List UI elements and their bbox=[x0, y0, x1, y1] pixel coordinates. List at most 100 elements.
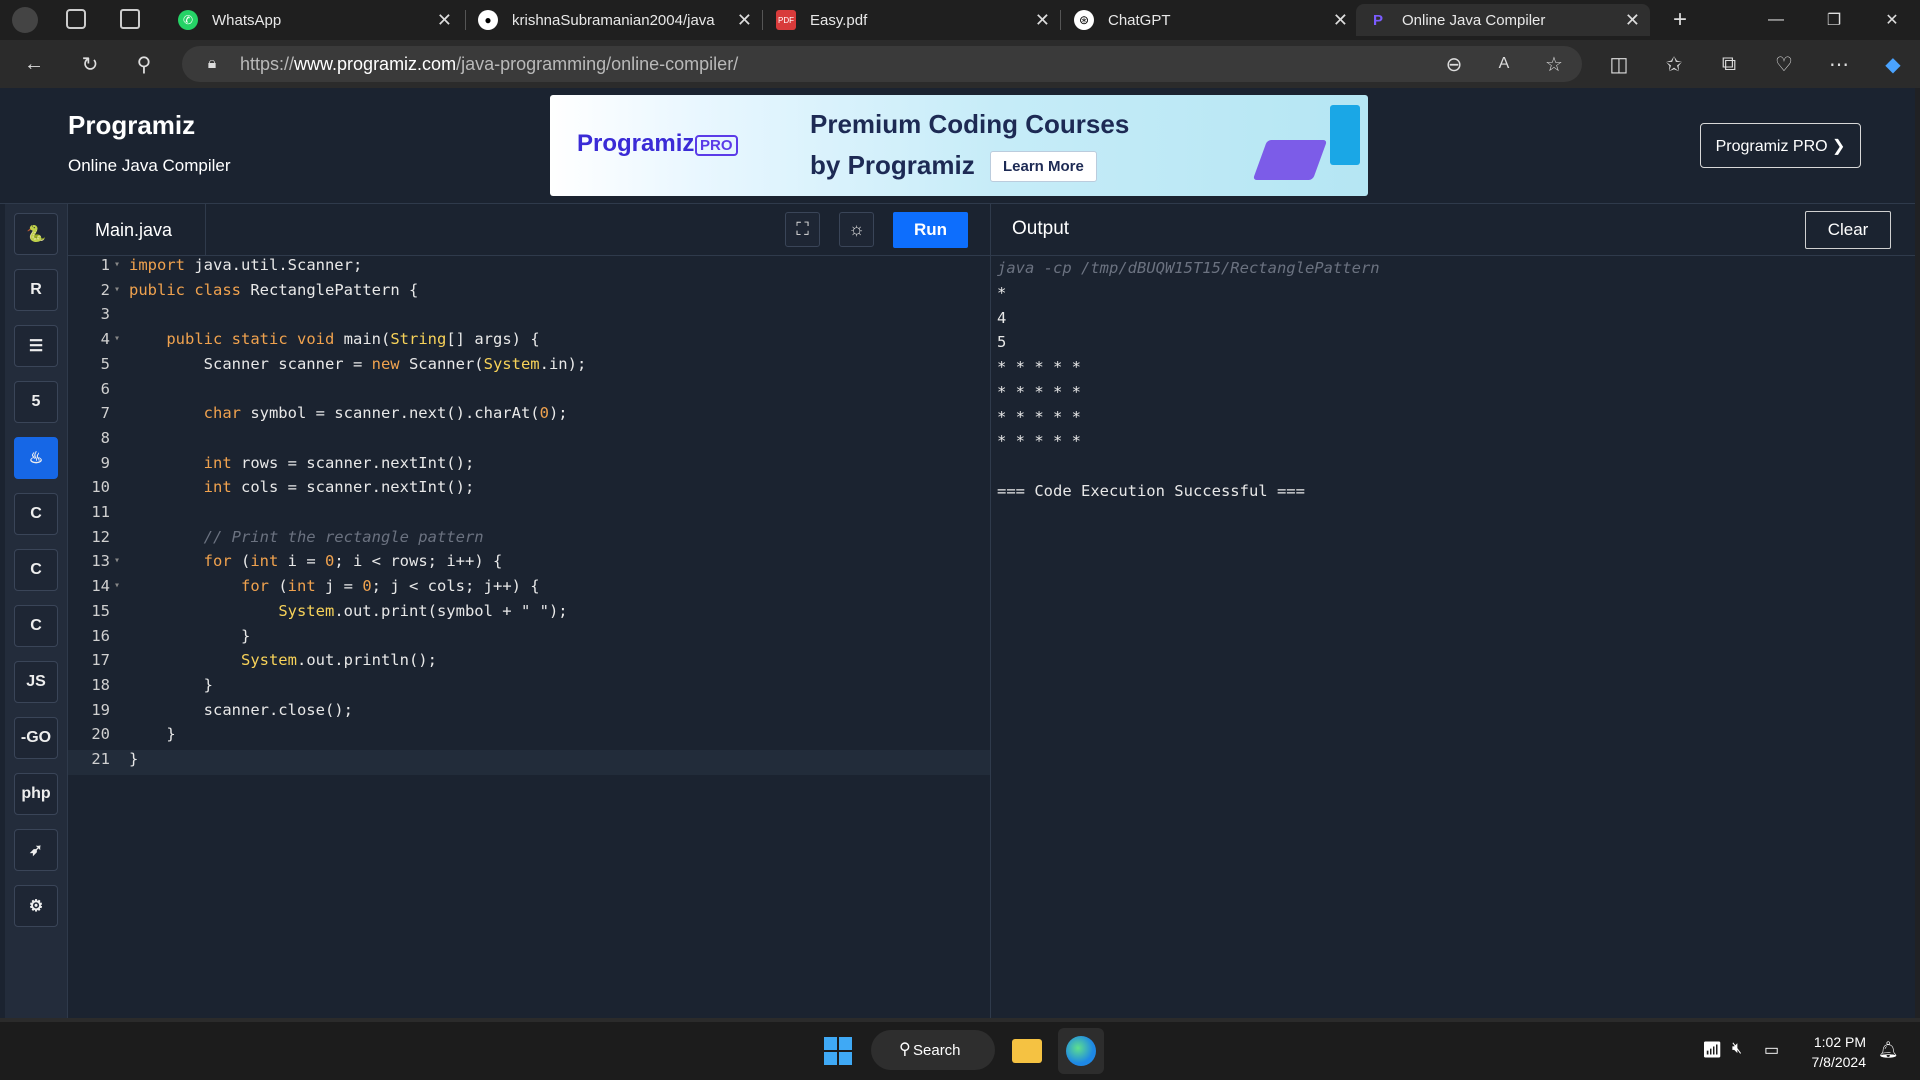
line-number: 19 bbox=[91, 700, 110, 719]
code-line[interactable]: 7 char symbol = scanner.next().charAt(0)… bbox=[68, 404, 990, 429]
url-prefix: https:// bbox=[240, 54, 295, 74]
code-line[interactable]: 9 int rows = scanner.nextInt(); bbox=[68, 454, 990, 479]
code-line[interactable]: 11 bbox=[68, 503, 990, 528]
workspaces-icon[interactable] bbox=[66, 9, 86, 29]
read-aloud-icon[interactable]: A bbox=[1488, 48, 1520, 80]
close-icon[interactable]: ✕ bbox=[1333, 10, 1348, 31]
line-number: 17 bbox=[91, 651, 110, 670]
tab-github[interactable]: ● krishnaSubramanian2004/java ✕ bbox=[466, 4, 762, 36]
copilot-icon[interactable]: ◆ bbox=[1877, 48, 1909, 80]
profile-icon[interactable] bbox=[12, 7, 38, 33]
tab-actions-icon[interactable] bbox=[120, 9, 140, 29]
code-line[interactable]: 17 System.out.println(); bbox=[68, 651, 990, 676]
code-line[interactable]: 10 int cols = scanner.nextInt(); bbox=[68, 478, 990, 503]
clear-button[interactable]: Clear bbox=[1805, 211, 1891, 249]
close-window-button[interactable]: ✕ bbox=[1864, 0, 1920, 40]
favorites-icon[interactable]: ✩ bbox=[1658, 48, 1690, 80]
code-text: scanner.close(); bbox=[129, 700, 353, 719]
cpp-icon[interactable]: C bbox=[14, 549, 58, 591]
output-line: 5 bbox=[997, 333, 1007, 352]
code-text: System.out.print(symbol + " "); bbox=[278, 601, 568, 620]
zoom-icon[interactable]: ⊖ bbox=[1438, 48, 1470, 80]
close-icon[interactable]: ✕ bbox=[437, 10, 452, 31]
notifications-icon[interactable]: 🔔︎ bbox=[1878, 1040, 1898, 1060]
promo-banner[interactable]: Programiz PRO Premium Coding Courses by … bbox=[550, 95, 1368, 196]
clock[interactable]: 1:02 PM 7/8/2024 bbox=[1790, 1032, 1867, 1072]
fold-arrow-icon[interactable]: ▾ bbox=[114, 333, 120, 344]
code-line[interactable]: 21} bbox=[68, 750, 990, 775]
code-line[interactable]: 8 bbox=[68, 429, 990, 454]
java-icon[interactable]: ♨ bbox=[14, 437, 58, 479]
go-icon[interactable]: -GO bbox=[14, 717, 58, 759]
javascript-icon[interactable]: JS bbox=[14, 661, 58, 703]
windows-start-icon[interactable] bbox=[815, 1028, 861, 1074]
fold-arrow-icon[interactable]: ▾ bbox=[114, 555, 120, 566]
fold-arrow-icon[interactable]: ▾ bbox=[114, 259, 120, 270]
code-line[interactable]: 18 } bbox=[68, 676, 990, 701]
volume-muted-icon[interactable]: 🔇︎ bbox=[1732, 1040, 1742, 1058]
code-line[interactable]: 6 bbox=[68, 380, 990, 405]
split-screen-icon[interactable]: ◫ bbox=[1603, 48, 1635, 80]
tab-chatgpt[interactable]: ⊛ ChatGPT ✕ bbox=[1062, 4, 1358, 36]
code-line[interactable]: 19 scanner.close(); bbox=[68, 701, 990, 726]
learn-more-button[interactable]: Learn More bbox=[990, 151, 1097, 182]
swift-icon[interactable]: ➶ bbox=[14, 829, 58, 871]
code-line[interactable]: 2 ▾ public class RectanglePattern { bbox=[68, 281, 990, 306]
html-icon[interactable]: 5 bbox=[14, 381, 58, 423]
browser-essentials-icon[interactable]: ♡ bbox=[1768, 48, 1800, 80]
url-text[interactable]: https://www.programiz.com/java-programmi… bbox=[240, 54, 738, 75]
programiz-logo[interactable]: Programiz bbox=[68, 110, 195, 141]
tab-online-java-compiler[interactable]: P Online Java Compiler ✕ bbox=[1356, 4, 1650, 36]
r-icon[interactable]: R bbox=[14, 269, 58, 311]
pane-divider[interactable] bbox=[990, 204, 991, 1018]
file-explorer-icon[interactable] bbox=[1004, 1028, 1050, 1074]
restore-button[interactable]: ❐ bbox=[1806, 0, 1862, 40]
close-icon[interactable]: ✕ bbox=[737, 10, 752, 31]
code-line[interactable]: 3 bbox=[68, 305, 990, 330]
code-line[interactable]: 20 } bbox=[68, 725, 990, 750]
taskbar-search[interactable]: ⚲ Search bbox=[871, 1030, 995, 1070]
search-icon[interactable]: ⚲ bbox=[128, 48, 160, 80]
code-line[interactable]: 14 ▾ for (int j = 0; j < cols; j++) { bbox=[68, 577, 990, 602]
file-tab[interactable]: Main.java bbox=[68, 204, 206, 256]
banner-pro-badge: PRO bbox=[695, 135, 738, 156]
back-icon[interactable]: ← bbox=[18, 48, 50, 80]
more-icon[interactable]: ⋯ bbox=[1823, 48, 1855, 80]
python-icon[interactable]: 🐍 bbox=[14, 213, 58, 255]
tab-pdf[interactable]: PDF Easy.pdf ✕ bbox=[764, 4, 1060, 36]
csharp-icon[interactable]: C bbox=[14, 605, 58, 647]
minimize-button[interactable]: — bbox=[1748, 0, 1804, 40]
line-number: 16 bbox=[91, 626, 110, 645]
code-line[interactable]: 5 Scanner scanner = new Scanner(System.i… bbox=[68, 355, 990, 380]
battery-icon[interactable]: ▭ bbox=[1764, 1040, 1779, 1060]
wifi-icon[interactable]: 📶︎ bbox=[1702, 1040, 1722, 1060]
tab-whatsapp[interactable]: ✆ WhatsApp ✕ bbox=[166, 4, 462, 36]
code-line[interactable]: 1 ▾ import java.util.Scanner; bbox=[68, 256, 990, 281]
edge-icon[interactable] bbox=[1058, 1028, 1104, 1074]
line-number: 4 bbox=[100, 330, 110, 349]
close-icon[interactable]: ✕ bbox=[1035, 10, 1050, 31]
close-icon[interactable]: ✕ bbox=[1625, 10, 1640, 31]
tab-title: ChatGPT bbox=[1108, 11, 1171, 29]
sql-icon[interactable]: ☰ bbox=[14, 325, 58, 367]
code-line[interactable]: 12 // Print the rectangle pattern bbox=[68, 528, 990, 553]
code-line[interactable]: 4 ▾ public static void main(String[] args… bbox=[68, 330, 990, 355]
code-line[interactable]: 16 } bbox=[68, 627, 990, 652]
c-icon[interactable]: C bbox=[14, 493, 58, 535]
favorite-icon[interactable]: ☆ bbox=[1538, 48, 1570, 80]
code-line[interactable]: 13 ▾ for (int i = 0; i < rows; i++) { bbox=[68, 552, 990, 577]
run-button[interactable]: Run bbox=[893, 212, 968, 248]
code-line[interactable]: 15 System.out.print(symbol + " "); bbox=[68, 602, 990, 627]
fold-arrow-icon[interactable]: ▾ bbox=[114, 284, 120, 295]
fullscreen-icon[interactable]: ⛶ bbox=[785, 212, 820, 247]
programiz-pro-button[interactable]: Programiz PRO ❯ bbox=[1700, 123, 1861, 168]
rust-icon[interactable]: ⚙ bbox=[14, 885, 58, 927]
theme-toggle-icon[interactable]: ☼ bbox=[839, 212, 874, 247]
fold-arrow-icon[interactable]: ▾ bbox=[114, 580, 120, 591]
refresh-icon[interactable]: ↻ bbox=[74, 48, 106, 80]
code-text: } bbox=[129, 675, 213, 694]
php-icon[interactable]: php bbox=[14, 773, 58, 815]
collections-icon[interactable]: ⧉ bbox=[1713, 48, 1745, 80]
graduation-cap-icon bbox=[1252, 140, 1328, 180]
new-tab-button[interactable]: + bbox=[1664, 4, 1696, 36]
